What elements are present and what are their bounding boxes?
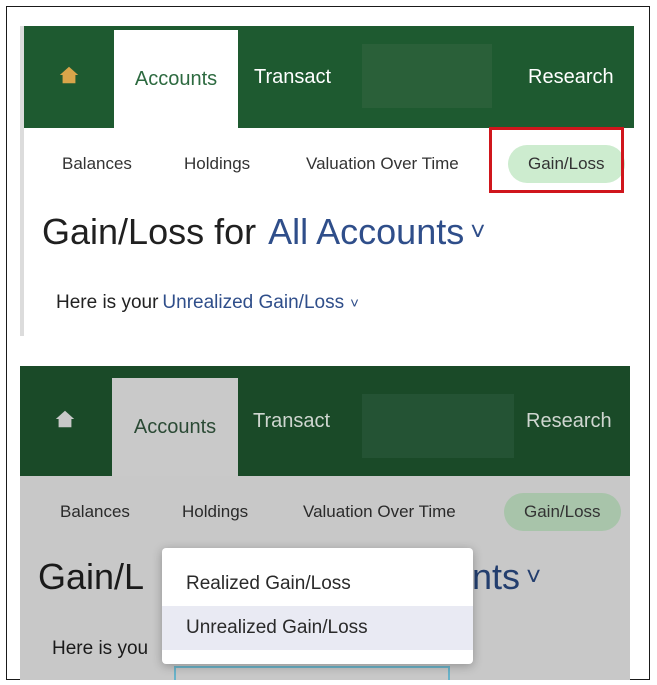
- view-selector-prefix: Here is your: [56, 292, 159, 313]
- highlight-box: [489, 127, 624, 193]
- tab-research[interactable]: Research: [526, 366, 612, 476]
- tab-accounts[interactable]: Accounts: [112, 378, 238, 476]
- chevron-down-icon[interactable]: ˅: [350, 295, 359, 312]
- home-button[interactable]: [20, 366, 110, 476]
- focus-outline: [174, 666, 450, 680]
- top-nav: Accounts Transact Research: [24, 26, 634, 128]
- subnav-gain-loss[interactable]: Gain/Loss: [504, 493, 621, 531]
- tab-transact[interactable]: Transact: [254, 26, 331, 128]
- home-button[interactable]: [24, 26, 114, 128]
- option-realized-gain-loss[interactable]: Realized Gain/Loss: [162, 562, 473, 606]
- top-nav: Accounts Transact Research: [20, 366, 630, 476]
- view-selector-row: Here is your Unrealized Gain/Loss ˅: [56, 292, 359, 314]
- view-selector-prefix: Here is you: [52, 638, 149, 659]
- home-icon: [58, 64, 80, 91]
- redacted-tab: [362, 44, 492, 108]
- sub-nav: Balances Holdings Valuation Over Time Ga…: [20, 476, 630, 548]
- chevron-down-icon[interactable]: ˅: [526, 561, 541, 591]
- chevron-down-icon[interactable]: ˅: [470, 216, 485, 246]
- tab-transact[interactable]: Transact: [253, 366, 330, 476]
- option-unrealized-gain-loss[interactable]: Unrealized Gain/Loss: [162, 606, 473, 650]
- view-selector-link[interactable]: Unrealized Gain/Loss: [162, 292, 344, 313]
- redacted-tab: [362, 394, 514, 458]
- title-prefix: Gain/L: [38, 556, 145, 597]
- subnav-balances[interactable]: Balances: [60, 476, 130, 548]
- subnav-valuation-over-time[interactable]: Valuation Over Time: [303, 476, 456, 548]
- subnav-holdings[interactable]: Holdings: [182, 476, 248, 548]
- account-selector[interactable]: nts: [472, 556, 520, 597]
- tab-accounts[interactable]: Accounts: [114, 30, 238, 128]
- home-icon: [54, 408, 76, 435]
- tab-research[interactable]: Research: [528, 26, 614, 128]
- subnav-balances[interactable]: Balances: [62, 128, 132, 200]
- page-title: Gain/L: [38, 556, 144, 598]
- view-selector-row: Here is you: [52, 638, 148, 660]
- subnav-valuation-over-time[interactable]: Valuation Over Time: [306, 128, 459, 200]
- page-title: Gain/Loss for All Accounts ˅: [42, 211, 485, 253]
- account-selector[interactable]: All Accounts: [268, 211, 464, 252]
- view-dropdown-menu: Realized Gain/Loss Unrealized Gain/Loss: [162, 548, 473, 664]
- title-prefix: Gain/Loss for: [42, 211, 257, 252]
- account-selector-partial[interactable]: nts ˅: [472, 556, 541, 598]
- subnav-holdings[interactable]: Holdings: [184, 128, 250, 200]
